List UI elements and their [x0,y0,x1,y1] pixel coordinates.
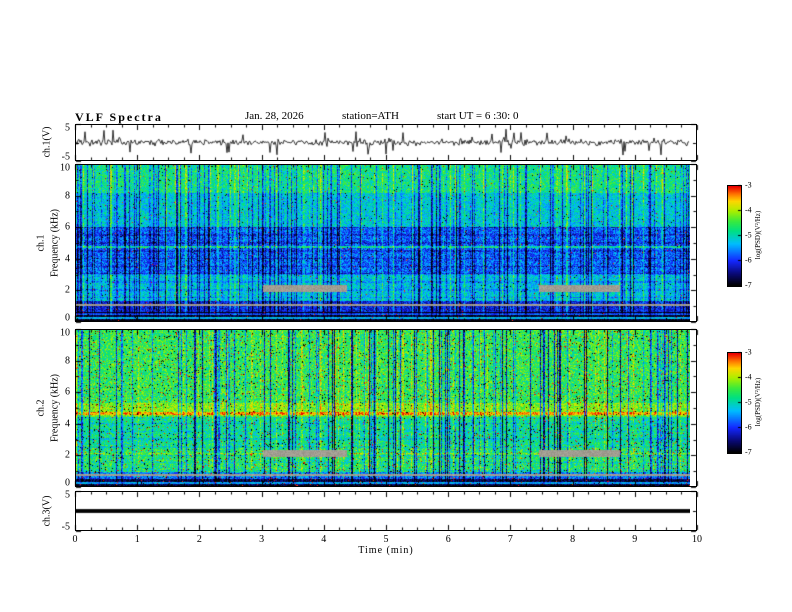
x-tick-label: 7 [507,534,513,545]
ch1-spec-ylabel: Frequency (kHz) [49,208,61,278]
x-axis-title: Time (min) [358,545,414,556]
colorbar-tick-label: -7 [745,447,752,457]
y-tick-label: 10 [60,162,70,174]
colorbar-ch2 [727,352,742,454]
y-tick-label: 4 [65,418,70,430]
y-tick-label: 8 [65,190,70,202]
colorbar-tick-label: -5 [745,230,752,240]
colorbar-tick-label: -5 [745,397,752,407]
x-tick-label: 8 [570,534,576,545]
vlf-spectra-figure: VLF Spectra Jan. 28, 2026 station=ATH st… [0,0,792,612]
y-tick-label: 2 [65,284,70,296]
figure-title: VLF Spectra [75,110,163,124]
date-label: Jan. 28, 2026 [245,110,304,122]
colorbar-tick-label: -6 [745,422,752,432]
colorbar-tick-label: -3 [745,180,752,190]
ch3-waveform-panel [75,491,697,531]
start-time-label: start UT = 6 :30: 0 [437,110,519,122]
colorbar-tick-label: -3 [745,347,752,357]
ch1-waveform-canvas [76,125,690,160]
ch1-spectrogram-panel [75,164,697,322]
y-tick-label: 8 [65,355,70,367]
ch2-spectrogram-canvas [76,330,690,486]
y-tick-label: -5 [61,521,70,533]
x-tick-label: 10 [692,534,702,545]
colorbar-ch1 [727,185,742,287]
y-tick-label: 5 [65,122,70,134]
x-tick-label: 3 [259,534,265,545]
colorbar-tick-label: -4 [745,372,752,382]
ch3-wave-ylabel: ch.3(V) [41,495,53,527]
ch2-spec-channel-label: ch.2 [35,399,47,417]
y-tick-label: 6 [65,221,70,233]
y-tick-label: 10 [60,327,70,339]
x-tick-label: 2 [196,534,202,545]
x-tick-label: 6 [445,534,451,545]
ch1-spectrogram-canvas [76,165,690,321]
colorbar-ch2-label: log(PSD)(V²/Hz) [754,377,762,427]
x-tick-label: 5 [383,534,389,545]
y-tick-label: 0 [65,477,70,489]
y-tick-label: 6 [65,386,70,398]
ch3-waveform-canvas [76,492,690,530]
ch1-spec-channel-label: ch.1 [35,234,47,252]
y-tick-label: -5 [61,151,70,163]
colorbar-tick-label: -6 [745,255,752,265]
x-tick-label: 9 [632,534,638,545]
ch1-wave-ylabel: ch.1(V) [41,126,53,158]
y-tick-label: 5 [65,489,70,501]
x-tick-label: 1 [134,534,140,545]
station-label: station=ATH [342,110,399,122]
colorbar-tick-label: -7 [745,280,752,290]
y-tick-label: 2 [65,449,70,461]
ch2-spectrogram-panel [75,329,697,487]
ch1-waveform-panel [75,124,697,161]
colorbar-tick-label: -4 [745,205,752,215]
colorbar-ch1-label: log(PSD)(V²/Hz) [754,210,762,260]
ch2-spec-ylabel: Frequency (kHz) [49,373,61,443]
y-tick-label: 4 [65,253,70,265]
x-tick-label: 0 [72,534,78,545]
x-tick-label: 4 [321,534,327,545]
y-tick-label: 0 [65,312,70,324]
